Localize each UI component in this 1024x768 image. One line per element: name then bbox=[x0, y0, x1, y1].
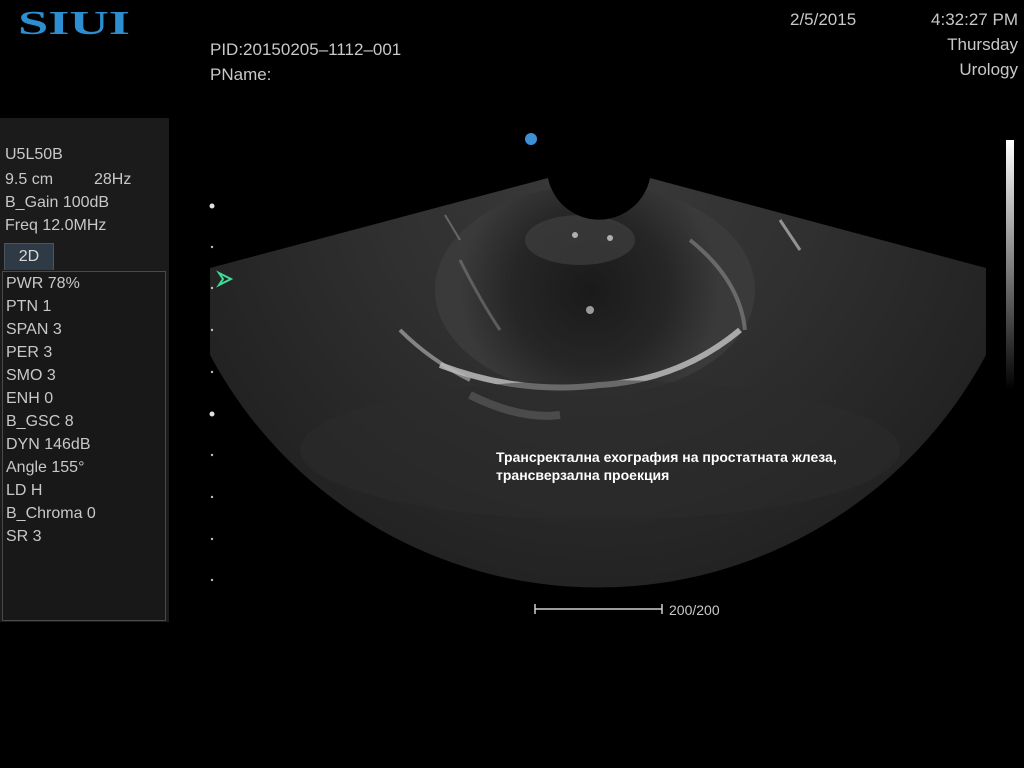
caption-line-1: Трансректална ехография на простатната ж… bbox=[496, 449, 837, 465]
prostate-gland bbox=[435, 185, 755, 395]
grayscale-bar bbox=[1006, 140, 1014, 390]
focus-marker-icon[interactable] bbox=[525, 133, 537, 145]
sector-scan bbox=[210, 178, 986, 588]
scale-label: 200/200 bbox=[669, 602, 720, 618]
ultrasound-image bbox=[209, 133, 1014, 614]
scale-ruler bbox=[534, 604, 663, 614]
depth-markers bbox=[209, 203, 215, 582]
caption-line-2: трансверзална проекция bbox=[496, 467, 670, 483]
image-caption: Трансректална ехография на простатната ж… bbox=[496, 448, 837, 484]
